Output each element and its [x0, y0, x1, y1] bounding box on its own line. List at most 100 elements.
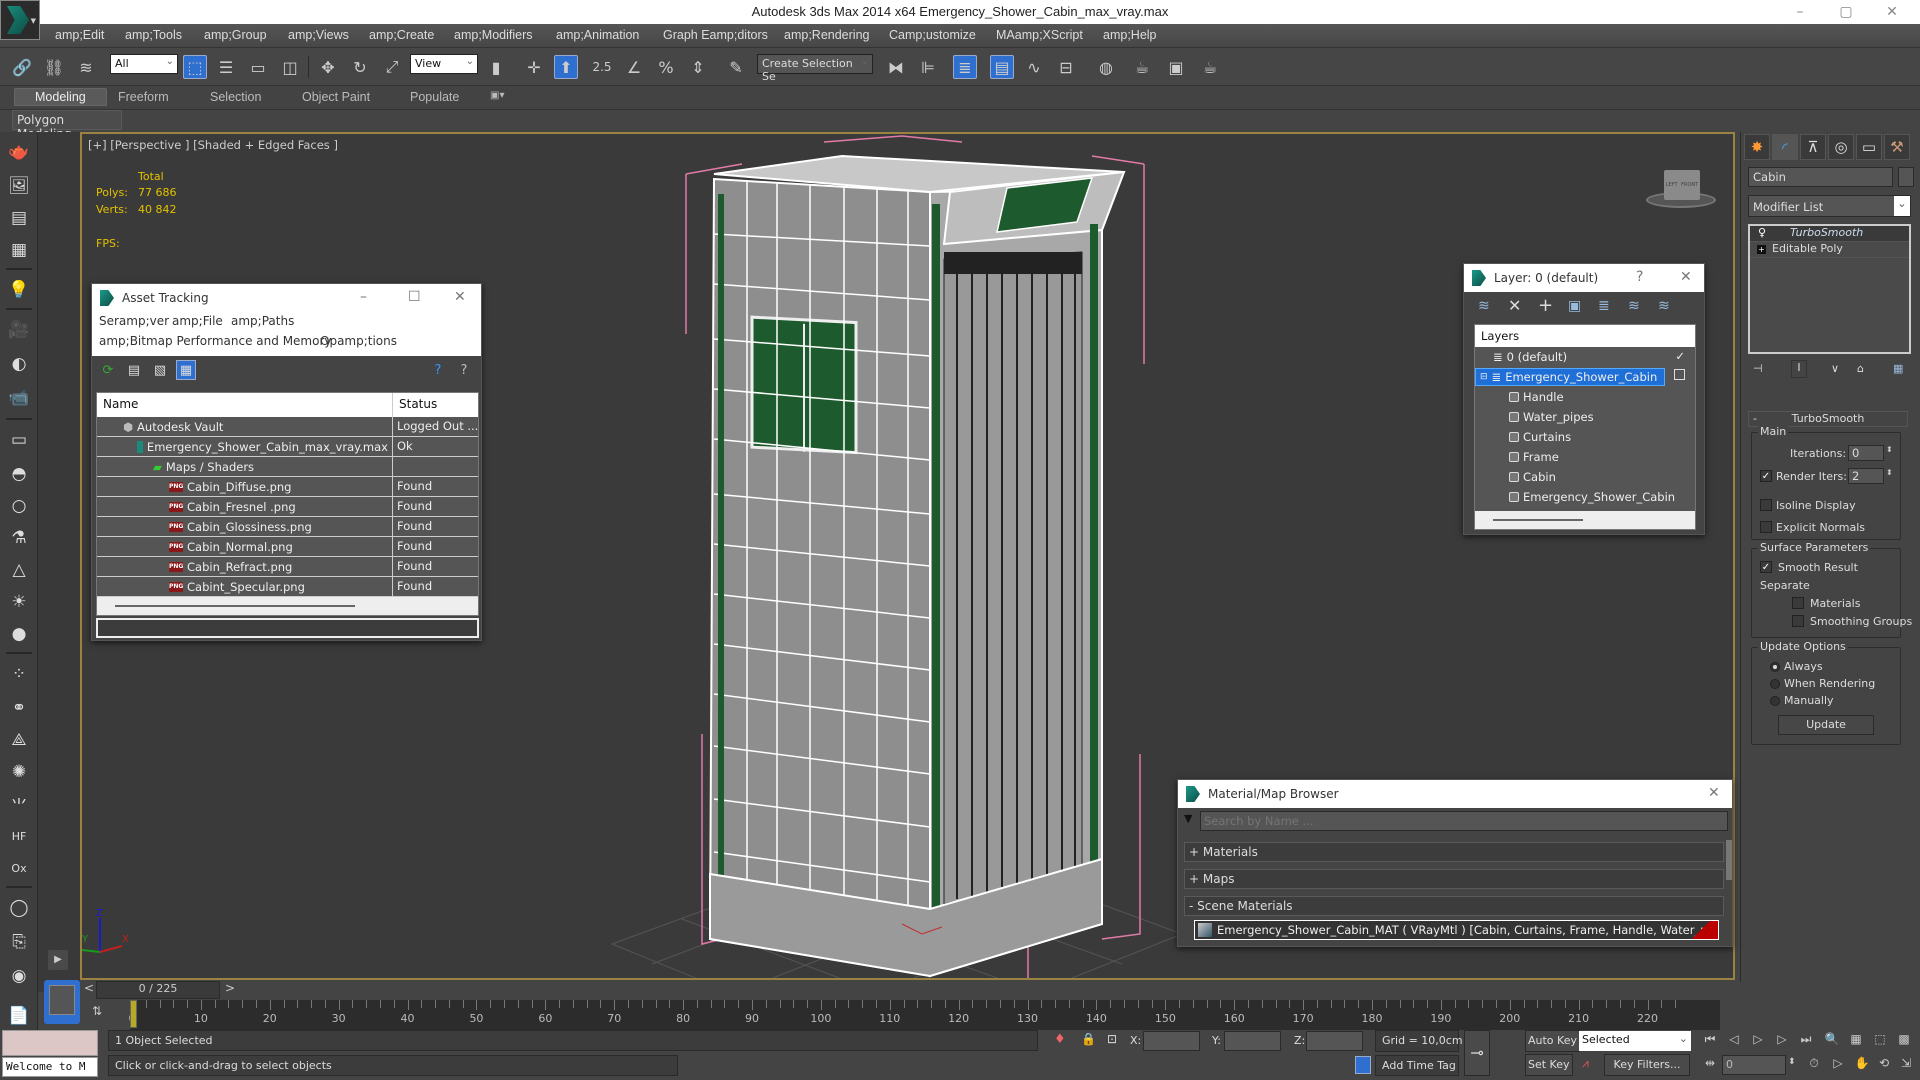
- column-name[interactable]: Name: [97, 393, 393, 417]
- selection-filter-dropdown[interactable]: All ⌄: [110, 54, 178, 74]
- close-button[interactable]: ✕: [1680, 269, 1692, 285]
- curve-editor-icon[interactable]: ∿: [1022, 55, 1046, 79]
- utilities-tab-icon[interactable]: ⚒: [1884, 134, 1910, 160]
- sphere-light-icon[interactable]: ○: [7, 494, 31, 518]
- prev-frame-button[interactable]: <: [84, 981, 94, 995]
- material-sphere-icon[interactable]: ◯: [7, 896, 31, 920]
- tab-populate[interactable]: Populate: [410, 90, 459, 104]
- viewcube[interactable]: LEFT FRONT: [1646, 170, 1716, 210]
- object-color-swatch[interactable]: [1898, 167, 1914, 187]
- go-to-end-icon[interactable]: ⏭: [1796, 1032, 1816, 1047]
- frame-counter[interactable]: 0 / 225: [96, 981, 220, 999]
- vray-camera-icon[interactable]: 📹: [7, 386, 31, 410]
- menu-maxscript[interactable]: MAamp;XScript: [996, 28, 1083, 42]
- collapse-icon[interactable]: ⊟: [1480, 372, 1488, 382]
- menu-rendering[interactable]: amp;Rendering: [784, 28, 869, 42]
- select-layer-icon[interactable]: ≣: [1598, 298, 1610, 314]
- refresh-icon[interactable]: ⟳: [98, 360, 118, 380]
- layer-object-row[interactable]: Handle: [1475, 387, 1695, 407]
- smoothing-groups-checkbox[interactable]: [1792, 615, 1804, 627]
- expand-icon[interactable]: +: [1757, 245, 1766, 254]
- key-mode-toggle-icon[interactable]: ⇹: [1700, 1056, 1720, 1070]
- scrollbar-thumb[interactable]: [115, 605, 355, 607]
- layer-object-row[interactable]: Frame: [1475, 447, 1695, 467]
- x-coordinate-field[interactable]: [1143, 1031, 1200, 1051]
- ies-light-icon[interactable]: △: [7, 558, 31, 582]
- select-object-icon[interactable]: ⬚: [183, 55, 207, 79]
- zoom-extents-icon[interactable]: ⬚: [1870, 1032, 1890, 1046]
- layer-object-row[interactable]: Cabin: [1475, 467, 1695, 487]
- table-row[interactable]: PNG Cabin_Diffuse.png Found: [97, 477, 478, 497]
- keyboard-shortcut-override-icon[interactable]: ⬆: [554, 55, 578, 79]
- menu-animation[interactable]: amp;Animation: [556, 28, 639, 42]
- move-icon[interactable]: ✥: [316, 55, 340, 79]
- filter-options-icon[interactable]: ▼: [1184, 812, 1192, 825]
- menu-paths[interactable]: amp;Paths: [231, 314, 294, 328]
- help-context-icon[interactable]: ?: [454, 360, 474, 380]
- asset-path-field[interactable]: [96, 618, 479, 638]
- motion-tab-icon[interactable]: ◎: [1828, 134, 1854, 160]
- make-unique-icon[interactable]: ∨: [1831, 362, 1839, 375]
- table-row[interactable]: PNG Cabin_Fresnel .png Found: [97, 497, 478, 517]
- set-current-layer-icon[interactable]: ≋: [1628, 298, 1640, 314]
- section-maps[interactable]: + Maps: [1184, 869, 1724, 889]
- track-bar[interactable]: 0102030405060708090100110120130140150160…: [129, 1000, 1720, 1030]
- next-frame-button[interactable]: >: [225, 981, 235, 995]
- script-icon[interactable]: 📄: [7, 1004, 31, 1028]
- configure-modifier-sets-icon[interactable]: ▦: [1893, 362, 1903, 375]
- previous-frame-icon[interactable]: ◁: [1724, 1032, 1744, 1046]
- update-when-rendering-radio[interactable]: [1770, 679, 1780, 689]
- select-by-name-icon[interactable]: ☰: [214, 55, 238, 79]
- menu-graph-editors[interactable]: Graph Eamp;ditors: [663, 28, 768, 42]
- rect-region-icon[interactable]: ▭: [246, 55, 270, 79]
- absolute-mode-icon[interactable]: ⊡: [1107, 1032, 1117, 1046]
- scrollbar-thumb[interactable]: [1493, 519, 1583, 521]
- column-status[interactable]: Status: [393, 393, 443, 417]
- panel-icon[interactable]: ▤: [7, 206, 31, 230]
- viewcube-front[interactable]: FRONT: [1681, 182, 1698, 188]
- polygon-modeling-panel[interactable]: Polygon Modeling: [12, 110, 122, 141]
- menu-bitmap-performance[interactable]: amp;Bitmap Performance and Memory: [99, 334, 332, 348]
- lock-selection-icon[interactable]: 🔒: [1081, 1032, 1096, 1046]
- application-menu-button[interactable]: ▼: [0, 0, 40, 40]
- add-to-layer-icon[interactable]: +: [1538, 295, 1553, 316]
- snaps-toggle-icon[interactable]: 2.5: [590, 55, 614, 79]
- table-row[interactable]: PNG Cabin_Refract.png Found: [97, 557, 478, 577]
- layer-row-selected[interactable]: ⊟ ≣ Emergency_Shower_Cabin: [1475, 367, 1695, 387]
- maximize-button[interactable]: ☐: [408, 289, 421, 305]
- vertical-scrollbar[interactable]: [1726, 840, 1732, 880]
- auto-key-label[interactable]: Auto Key: [1525, 1030, 1580, 1052]
- update-always-radio[interactable]: [1770, 662, 1780, 672]
- key-filters-button[interactable]: Key Filters...: [1604, 1054, 1690, 1076]
- viewcube-box[interactable]: LEFT FRONT: [1664, 170, 1700, 200]
- ornatrix-icon[interactable]: Ox: [7, 856, 31, 880]
- help-icon[interactable]: ?: [428, 360, 448, 380]
- object-name-field[interactable]: Cabin: [1748, 167, 1893, 187]
- reference-coord-dropdown[interactable]: View ⌄: [410, 54, 478, 74]
- delete-layer-icon[interactable]: ✕: [1508, 296, 1521, 315]
- scene-material-item[interactable]: Emergency_Shower_Cabin_MAT ( VRayMtl ) […: [1194, 920, 1719, 940]
- edit-named-selection-icon[interactable]: ✎: [724, 55, 748, 79]
- current-frame-field[interactable]: 0: [1722, 1055, 1786, 1075]
- section-materials[interactable]: + Materials: [1184, 842, 1724, 862]
- layer-dialog-titlebar[interactable]: Layer: 0 (default) ? ✕: [1464, 264, 1704, 292]
- stack-item-editable-poly[interactable]: + Editable Poly: [1750, 242, 1909, 258]
- material-editor-icon[interactable]: ◍: [1094, 55, 1118, 79]
- menu-customize[interactable]: Camp;ustomize: [889, 28, 976, 42]
- field-of-view-icon[interactable]: ▷: [1828, 1056, 1848, 1070]
- table-row[interactable]: ⬢ Autodesk Vault Logged Out ...: [97, 417, 478, 437]
- mini-curve-editor-toggle[interactable]: [44, 980, 80, 1024]
- layer-object-row[interactable]: Emergency_Shower_Cabin: [1475, 487, 1695, 507]
- y-coordinate-field[interactable]: [1224, 1031, 1281, 1051]
- scene-explorer-icon[interactable]: ▤: [990, 55, 1014, 79]
- menu-edit[interactable]: amp;Edit: [55, 28, 104, 42]
- modify-tab-icon[interactable]: ◜: [1772, 134, 1798, 160]
- current-layer-toggle[interactable]: [1674, 369, 1685, 380]
- list-view-icon[interactable]: ▤: [124, 360, 144, 380]
- tab-freeform[interactable]: Freeform: [118, 90, 169, 104]
- pan-icon[interactable]: ✋: [1852, 1056, 1872, 1070]
- dome-light-icon[interactable]: ◓: [7, 462, 31, 486]
- close-button[interactable]: ✕: [1708, 785, 1720, 801]
- angle-snap-icon[interactable]: ∠: [622, 55, 646, 79]
- time-slider[interactable]: < 0 / 225 >: [80, 980, 1735, 1000]
